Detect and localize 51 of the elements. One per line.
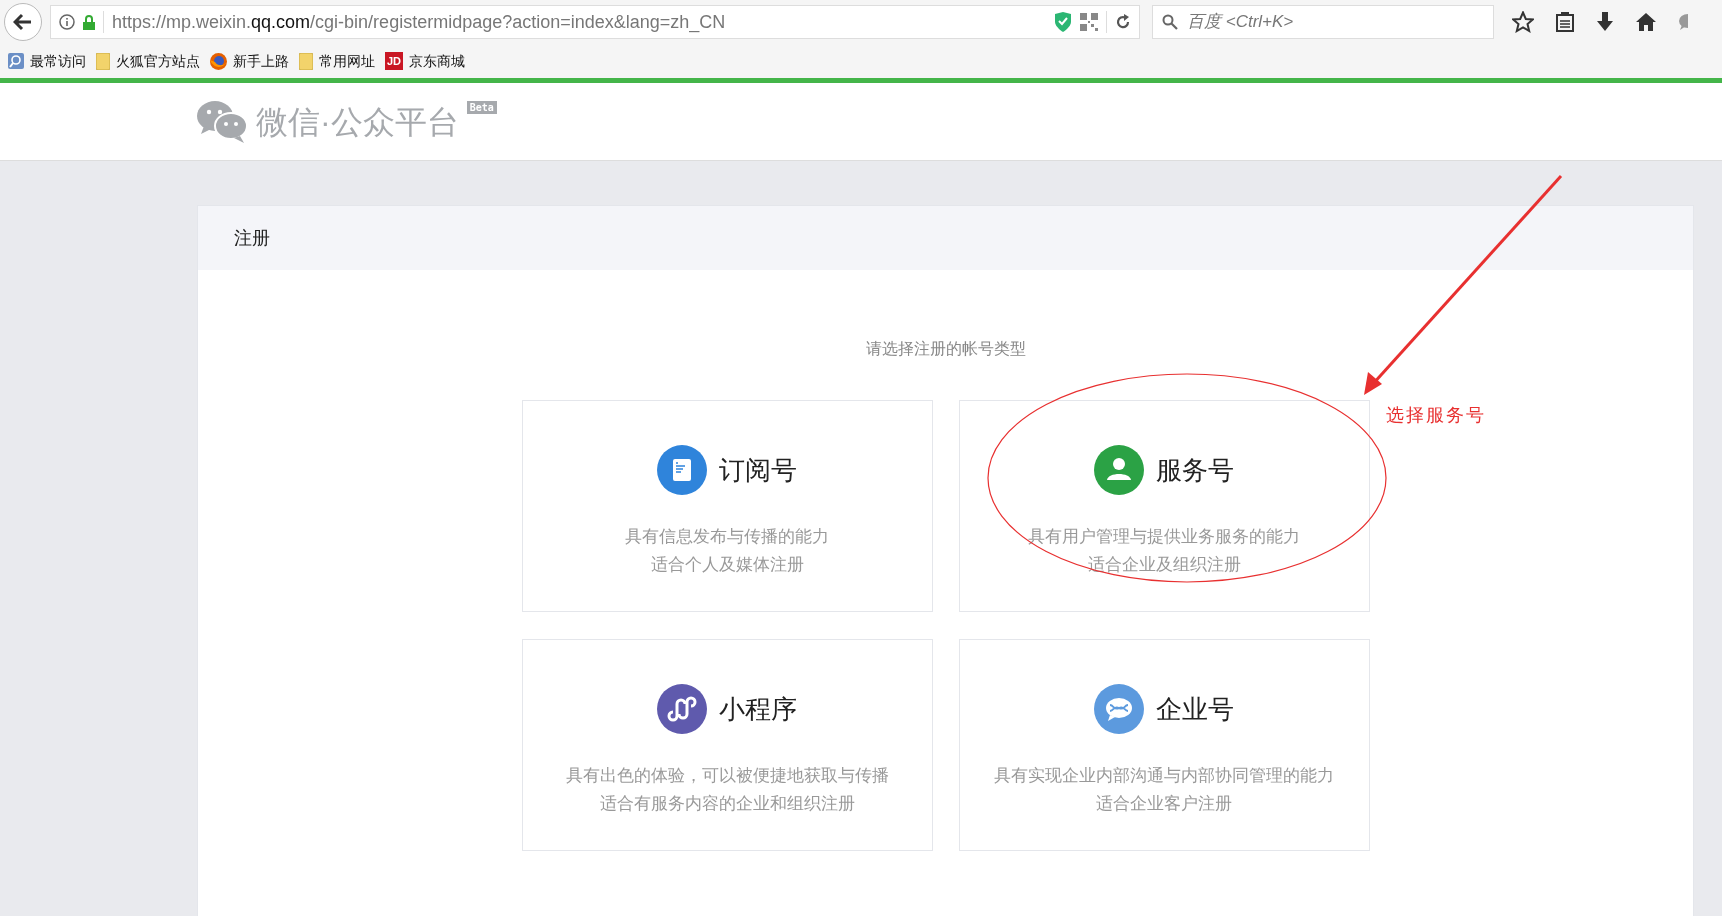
card-description: 适合企业客户注册 [1096,793,1232,815]
account-type-card[interactable]: 订阅号 具有信息发布与传播的能力 适合个人及媒体注册 [521,400,933,612]
account-type-card[interactable]: 小程序 具有出色的体验，可以被便捷地获取与传播 适合有服务内容的企业和组织注册 [521,639,933,851]
card-title: 订阅号 [719,453,797,487]
bookmark-link[interactable]: JD 京东商城 [385,50,465,72]
panel-subtitle: 请选择注册的帐号类型 [865,339,1026,359]
firefox-icon [210,52,227,70]
card-description: 适合企业及组织注册 [1087,554,1241,576]
folder-icon [299,52,313,70]
search-icon [1162,14,1178,30]
download-icon[interactable] [1596,12,1614,32]
magnifier-page-icon [8,53,24,69]
lock-icon[interactable] [83,14,95,30]
clipboard-icon[interactable] [1556,12,1574,32]
qr-code-icon[interactable] [1080,13,1098,31]
chat-bubble-icon[interactable] [1678,13,1688,31]
document-icon [657,445,707,495]
link-icon [657,684,707,734]
card-title: 企业号 [1156,692,1234,726]
panel-title: 注册 [234,226,270,250]
shield-icon[interactable] [1054,12,1072,32]
star-icon[interactable] [1512,11,1534,33]
person-icon [1094,445,1144,495]
site-logo-text: 微信·公众平台 [256,102,459,142]
info-icon[interactable] [59,14,75,30]
annotation-label: 选择服务号 [1386,404,1486,427]
address-bar[interactable]: https://mp.weixin.qq.com/cgi-bin/registermidpage?action=index&lang=zh_CN [50,5,1140,39]
bookmark-link[interactable]: 最常访问 [8,50,86,72]
bookmark-link[interactable]: 新手上路 [210,50,289,72]
home-icon[interactable] [1636,13,1656,31]
search-field[interactable]: 百度 <Ctrl+K> [1152,5,1494,39]
card-description: 适合有服务内容的企业和组织注册 [599,793,855,815]
folder-icon [96,52,110,70]
reload-icon[interactable] [1115,14,1131,30]
card-description: 具有出色的体验，可以被便捷地获取与传播 [565,765,889,787]
back-arrow-icon [13,13,33,31]
bookmark-link[interactable]: 常用网址 [299,50,375,72]
jd-logo-icon: JD [385,52,403,70]
back-button[interactable] [4,3,42,41]
card-title: 服务号 [1156,453,1234,487]
chat-bubble-icon [1094,684,1144,734]
card-description: 适合个人及媒体注册 [650,554,804,576]
card-description: 具有实现企业内部沟通与内部协同管理的能力 [994,765,1334,787]
card-title: 小程序 [719,692,797,726]
bookmark-link[interactable]: 火狐官方站点 [96,50,200,72]
card-description: 具有信息发布与传播的能力 [625,526,829,548]
card-description: 具有用户管理与提供业务服务的能力 [1028,526,1300,548]
url-text[interactable]: https://mp.weixin.qq.com/cgi-bin/registermidpage?action=index&lang=zh_CN [112,8,1046,36]
beta-label: Beta [466,101,497,114]
account-type-card[interactable]: 服务号 具有用户管理与提供业务服务的能力 适合企业及组织注册 [958,400,1370,612]
account-type-card[interactable]: 企业号 具有实现企业内部沟通与内部协同管理的能力 适合企业客户注册 [958,639,1370,851]
